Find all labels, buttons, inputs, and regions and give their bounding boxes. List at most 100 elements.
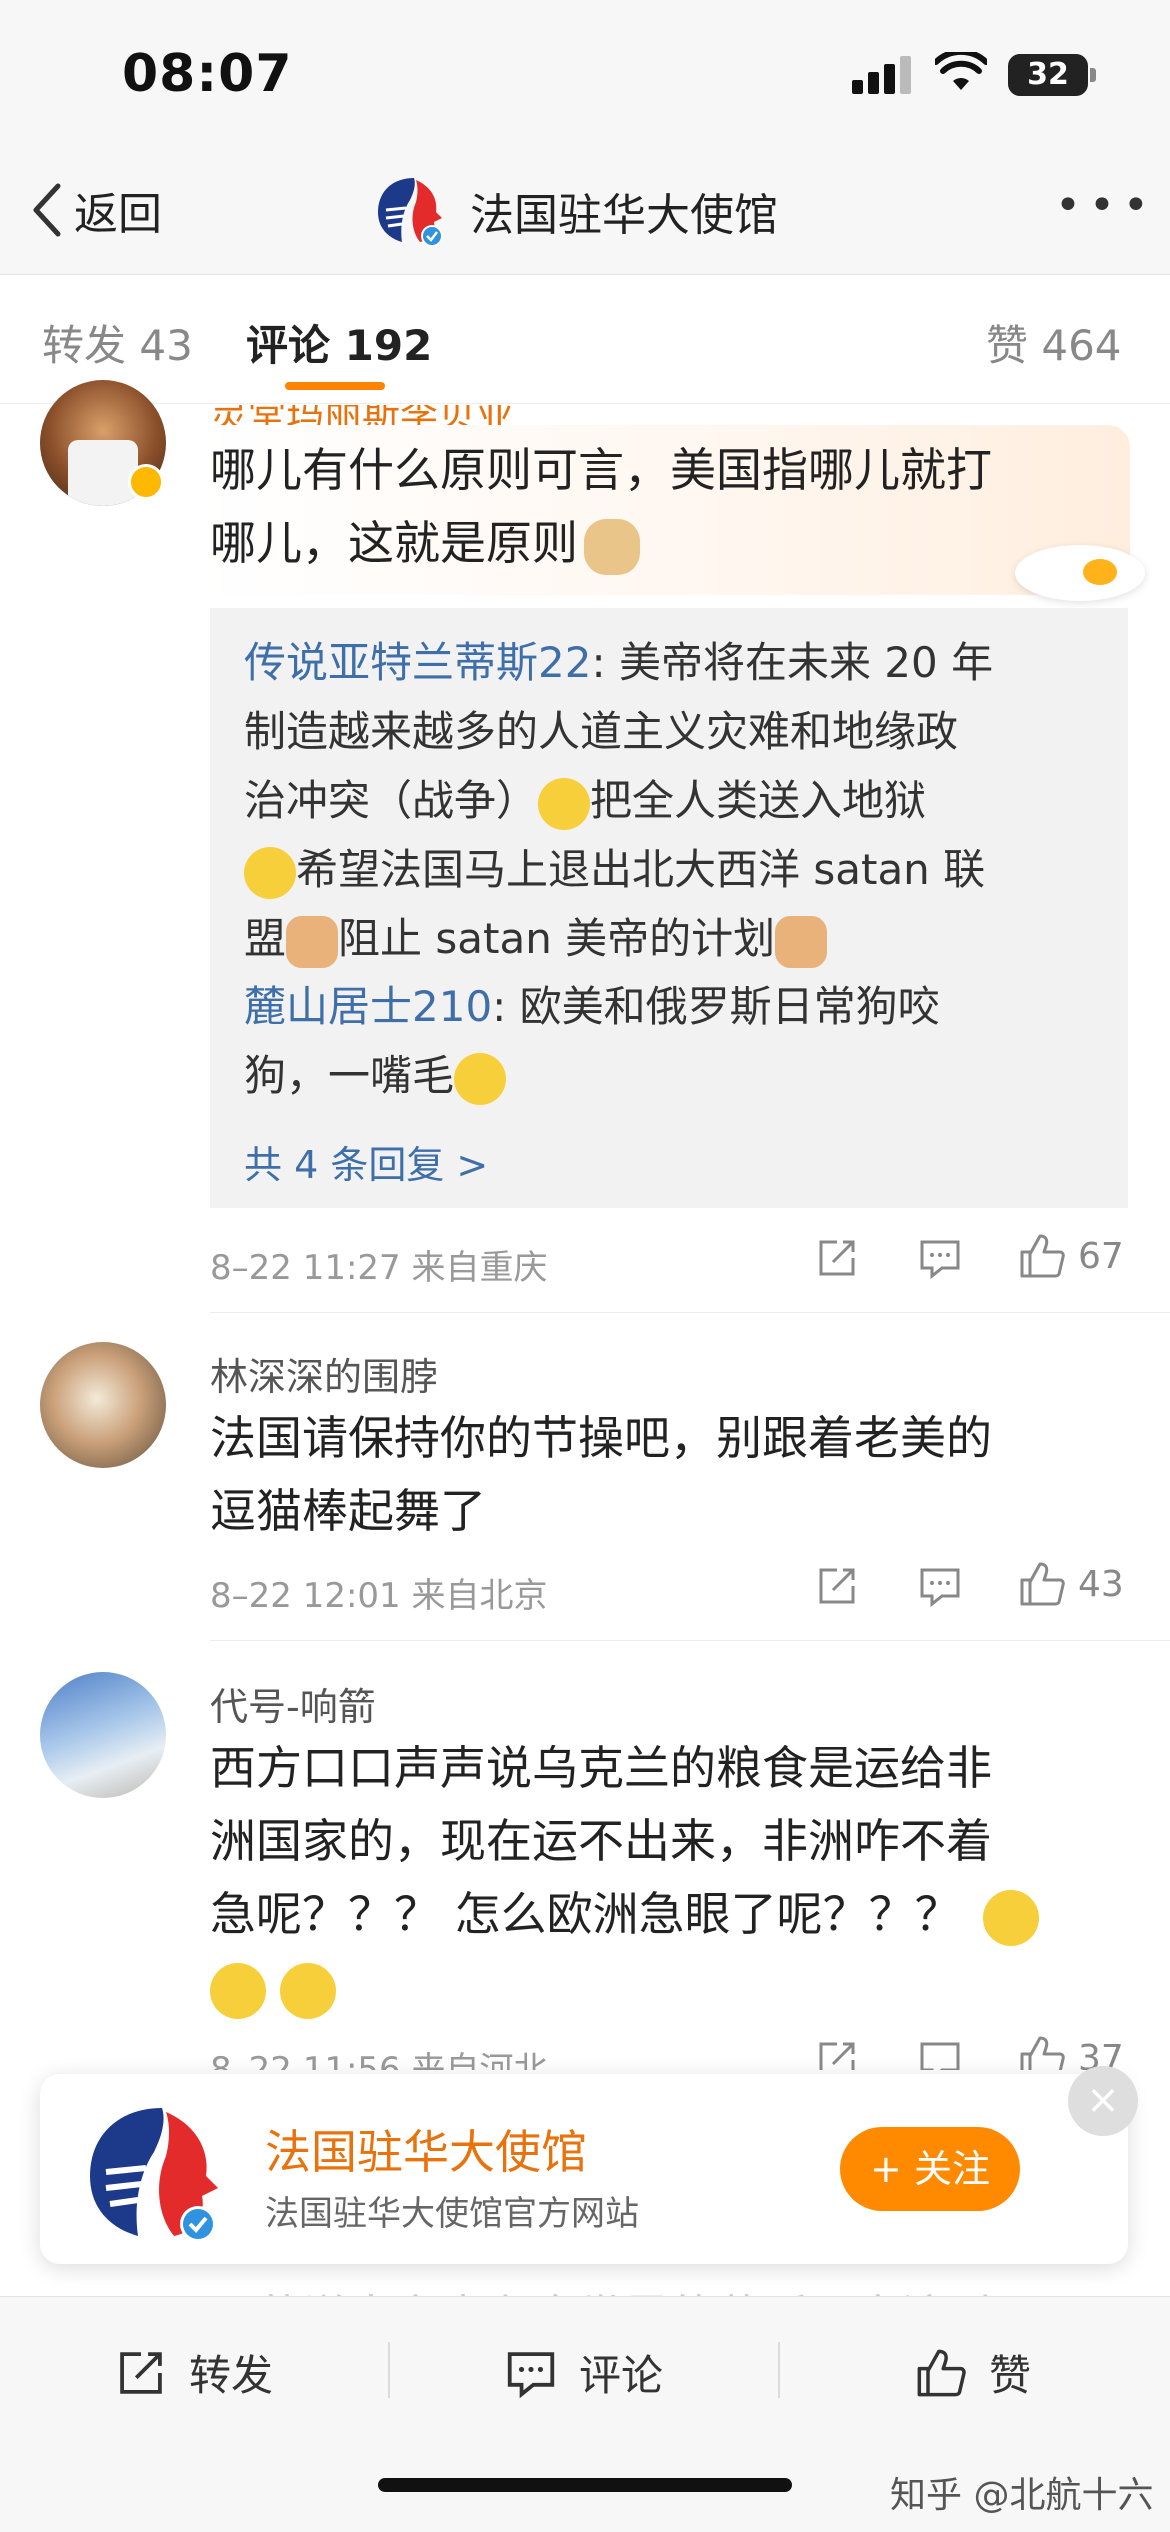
home-indicator[interactable]	[378, 2478, 792, 2492]
reply-line: 传说亚特兰蒂斯22: 美帝将在未来 20 年	[244, 628, 1104, 697]
repost-icon	[819, 1240, 855, 1276]
reply-item: 麓山居士210: 欧美和俄罗斯日常狗咬 狗，一嘴毛	[244, 972, 1104, 1110]
thinking-face-emoji-icon	[454, 1052, 507, 1105]
bottom-like-label: 赞	[989, 2351, 1032, 2400]
watermark: 知乎 @北航十六	[890, 2475, 1154, 2516]
bottom-repost-label: 转发	[189, 2351, 274, 2400]
thumbs-up-icon	[1020, 1562, 1065, 1606]
reply-line: 狗，一嘴毛	[244, 1041, 1104, 1110]
flexed-arm-emoji-icon	[775, 915, 828, 968]
comment-text-line: 哪儿，这就是原则	[210, 507, 1130, 580]
tab-repost[interactable]: 转发 43	[42, 312, 193, 373]
view-all-replies-link[interactable]: 共 4 条回复 >	[244, 1134, 488, 1189]
status-time: 08:07	[122, 44, 293, 104]
follow-banner[interactable]: 法国驻华大使馆 法国驻华大使馆官方网站 + 关注	[40, 2074, 1128, 2264]
tab-likes[interactable]: 赞 464	[986, 312, 1122, 373]
flexed-arm-emoji-icon	[286, 915, 339, 968]
separator	[778, 2342, 780, 2398]
like-action-button[interactable]: 43	[1018, 1560, 1124, 1608]
comment-icon	[920, 1240, 960, 1280]
embassy-logo-icon	[90, 2108, 218, 2242]
back-label: 返回	[74, 189, 162, 240]
bottom-like-button[interactable]: 赞	[915, 2342, 1031, 2403]
nav-account[interactable]: 法国驻华大使馆	[372, 172, 778, 250]
reply-text: 把全人类送入地狱	[590, 776, 927, 825]
battery-icon: 32	[1008, 54, 1088, 96]
reply-text: : 欧美和俄罗斯日常狗咬	[492, 982, 940, 1031]
comment-text-span: 急呢？？？ 怎么欧洲急眼了呢？？？	[210, 1887, 961, 1941]
comment-text-line: 哪儿有什么原则可言，美国指哪儿就打	[210, 443, 992, 497]
avatar[interactable]	[40, 1672, 166, 1798]
comment-text-line: 西方口口声声说乌克兰的粮食是运给非	[210, 1741, 992, 1795]
bottom-comment-button[interactable]: 评论	[505, 2342, 663, 2403]
reply-item: 传说亚特兰蒂斯22: 美帝将在未来 20 年 制造越来越多的人道主义灾难和地缘政…	[244, 628, 1104, 973]
laughing-crying-emoji-icon	[982, 1889, 1039, 1946]
separator	[388, 2342, 390, 2398]
laughing-crying-emoji-icon	[280, 1962, 336, 2019]
bottom-repost-button[interactable]: 转发	[115, 2342, 273, 2403]
reply-username[interactable]: 麓山居士210	[244, 982, 492, 1031]
reply-line: 盟 阻止 satan 美帝的计划	[244, 904, 1104, 973]
reply-username[interactable]: 传说亚特兰蒂斯22	[244, 638, 591, 687]
comment-meta: 8–22 12:01 来自北京	[210, 1576, 548, 1616]
embassy-logo-icon	[378, 178, 443, 247]
repost-action-button[interactable]	[815, 1236, 859, 1280]
repost-action-button[interactable]	[815, 1564, 859, 1608]
doge-emoji-icon	[584, 518, 640, 575]
avatar[interactable]	[40, 1342, 166, 1468]
reply-text: 治冲突（战争）	[244, 776, 539, 825]
wifi-icon	[933, 48, 989, 96]
reply-line: 希望法国马上退出北大西洋 satan 联	[244, 835, 1104, 904]
thumbs-up-icon	[1020, 2036, 1065, 2070]
comment-action-button[interactable]	[918, 1236, 962, 1280]
repost-icon	[120, 2351, 162, 2394]
comment-meta: 8–22 11:27 来自重庆	[210, 1248, 548, 1288]
active-tab-indicator	[285, 382, 385, 390]
page-title: 法国驻华大使馆	[470, 190, 778, 241]
repost-icon	[819, 1568, 855, 1604]
reply-text: : 美帝将在未来 20 年	[591, 638, 994, 687]
comment-text-line: 洲国家的，现在运不出来，非洲咋不着	[210, 1814, 992, 1868]
comment-meta-row: 8–22 11:56 来自河北 37	[0, 2020, 1170, 2070]
dizzy-face-emoji-icon	[538, 777, 591, 830]
more-options-button[interactable]: •••	[1055, 180, 1157, 231]
tab-comments[interactable]: 评论 192	[246, 312, 432, 373]
comment-username[interactable]: 林深深的围脖	[210, 1346, 438, 1401]
comment-text: 西方口口声声说乌克兰的粮食是运给非 洲国家的，现在运不出来，非洲咋不着 急呢？？…	[210, 1732, 1130, 2024]
divider	[210, 1640, 1170, 1641]
battery-cap	[1090, 68, 1096, 82]
comment-text: 哪儿有什么原则可言，美国指哪儿就打 哪儿，这就是原则	[210, 434, 1130, 580]
comment-text-line: 法国请保持你的节操吧，别跟着老美的	[210, 1411, 992, 1465]
comment-text: 法国请保持你的节操吧，别跟着老美的 逗猫棒起舞了	[210, 1402, 1130, 1548]
comment-text-span: 哪儿，这就是原则	[210, 516, 578, 570]
follow-button[interactable]: + 关注	[840, 2127, 1020, 2211]
dizzy-face-emoji-icon	[244, 846, 296, 899]
banner-subtitle: 法国驻华大使馆官方网站	[265, 2194, 639, 2234]
signal-icon	[852, 56, 916, 94]
tab-bar: 转发 43 评论 192 赞 464	[0, 276, 1170, 404]
repost-icon	[819, 2042, 855, 2070]
reply-text: 希望法国马上退出北大西洋 satan 联	[296, 845, 986, 894]
verified-badge-icon	[128, 464, 164, 500]
close-banner-button[interactable]: ×	[1068, 2066, 1138, 2136]
like-action-button[interactable]: 67	[1018, 1232, 1124, 1280]
like-count: 43	[1078, 1563, 1124, 1605]
bottom-comment-label: 评论	[579, 2351, 664, 2400]
thumbs-up-icon	[917, 2349, 966, 2396]
laughing-crying-emoji-icon	[210, 1962, 266, 2019]
reply-box[interactable]: 传说亚特兰蒂斯22: 美帝将在未来 20 年 制造越来越多的人道主义灾难和地缘政…	[210, 608, 1128, 1208]
back-button[interactable]: 返回	[30, 178, 162, 242]
reply-line: 制造越来越多的人道主义灾难和地缘政	[244, 707, 959, 756]
reply-text: 狗，一嘴毛	[244, 1051, 455, 1100]
reply-line: 麓山居士210: 欧美和俄罗斯日常狗咬	[244, 972, 1104, 1041]
like-action-button[interactable]: 37	[1018, 2034, 1124, 2070]
comment-icon	[920, 2042, 960, 2070]
repost-action-button[interactable]	[815, 2038, 859, 2070]
thumbs-up-icon	[1020, 1234, 1065, 1278]
comment-action-button[interactable]	[918, 2038, 962, 2070]
comment-username[interactable]: 代号-响箭	[210, 1676, 376, 1731]
comment-text-line	[210, 1951, 1130, 2024]
comment-action-button[interactable]	[918, 1564, 962, 1608]
chevron-left-icon	[33, 183, 61, 237]
comment-meta: 8–22 11:56 来自河北	[210, 2050, 548, 2070]
